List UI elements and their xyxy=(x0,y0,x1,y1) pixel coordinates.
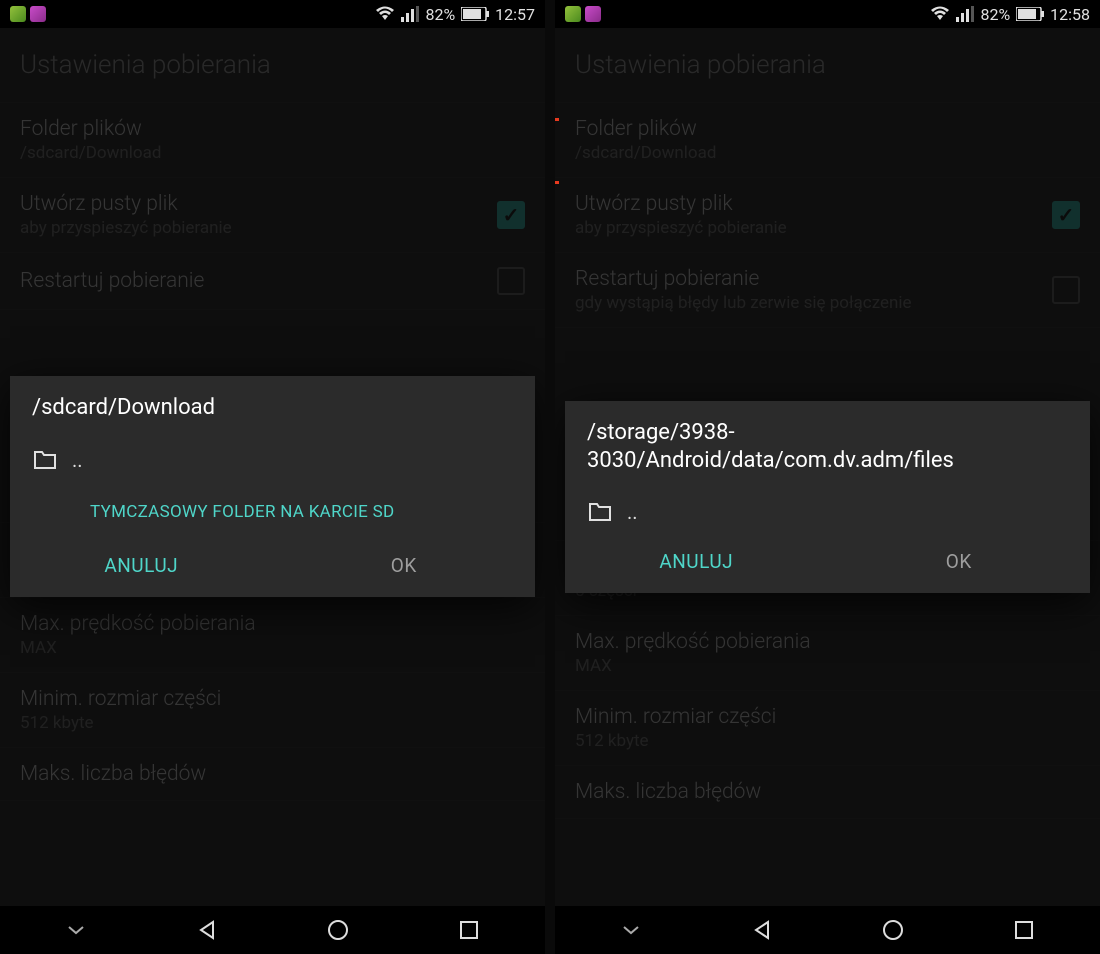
notif-icon-1 xyxy=(565,6,581,22)
setting-title: Maks. liczba błędów xyxy=(575,780,1080,804)
setting-title: Restartuj pobieranie xyxy=(20,269,487,293)
content-area: Ustawienia pobierania Folder plików /sdc… xyxy=(0,28,545,906)
folder-icon xyxy=(32,450,58,470)
notif-icon-1 xyxy=(10,6,26,22)
checkbox-restart[interactable] xyxy=(1052,276,1080,304)
setting-restart[interactable]: Restartuj pobieranie xyxy=(0,253,545,310)
setting-sub: gdy wystąpią błędy lub zerwie się połącz… xyxy=(575,293,1042,313)
cancel-button[interactable]: ANULUJ xyxy=(565,550,828,573)
signal-icon xyxy=(956,6,974,22)
checkbox-empty-file[interactable] xyxy=(1052,201,1080,229)
folder-dialog: /storage/3938-3030/Android/data/com.dv.a… xyxy=(565,401,1090,593)
nav-back-button[interactable] xyxy=(748,916,776,944)
setting-sub: aby przyspieszyć pobieranie xyxy=(575,218,1042,238)
setting-min-size[interactable]: Minim. rozmiar części 512 kbyte xyxy=(0,673,545,748)
clock: 12:57 xyxy=(495,5,535,24)
setting-min-size[interactable]: Minim. rozmiar części 512 kbyte xyxy=(555,691,1100,766)
dialog-up-row[interactable]: .. xyxy=(565,488,1090,536)
setting-sub: 512 kbyte xyxy=(20,713,525,733)
setting-title: Max. prędkość pobierania xyxy=(575,630,1080,654)
setting-title: Utwórz pusty plik xyxy=(20,192,487,216)
nav-bar xyxy=(555,906,1100,954)
setting-sub: MAX xyxy=(20,638,525,658)
status-bar: 82% 12:58 xyxy=(555,0,1100,28)
setting-empty-file[interactable]: Utwórz pusty plik aby przyspieszyć pobie… xyxy=(0,178,545,253)
setting-folder[interactable]: Folder plików /sdcard/Download xyxy=(555,103,1100,178)
setting-sub: /sdcard/Download xyxy=(20,143,525,163)
folder-icon xyxy=(587,502,613,522)
dotdot-label: .. xyxy=(72,448,83,472)
setting-title: Minim. rozmiar części xyxy=(575,705,1080,729)
checkbox-restart[interactable] xyxy=(497,267,525,295)
battery-percent: 82% xyxy=(980,5,1010,24)
phone-left: 82% 12:57 Ustawienia pobierania Folder p… xyxy=(0,0,545,954)
battery-icon xyxy=(461,7,489,21)
nav-recent-button[interactable] xyxy=(1010,916,1038,944)
setting-title: Restartuj pobieranie xyxy=(575,267,1042,291)
setting-max-speed[interactable]: Max. prędkość pobierania MAX xyxy=(0,598,545,673)
nav-expand-button[interactable] xyxy=(62,916,90,944)
ok-button[interactable]: OK xyxy=(828,550,1091,573)
nav-recent-button[interactable] xyxy=(455,916,483,944)
clock: 12:58 xyxy=(1050,5,1090,24)
dialog-up-row[interactable]: .. xyxy=(10,436,535,484)
setting-title: Utwórz pusty plik xyxy=(575,192,1042,216)
battery-percent: 82% xyxy=(425,5,455,24)
setting-title: Folder plików xyxy=(575,117,1080,141)
setting-title: Minim. rozmiar części xyxy=(20,687,525,711)
notif-icon-2 xyxy=(30,6,46,22)
setting-folder[interactable]: Folder plików /sdcard/Download xyxy=(0,103,545,178)
checkbox-empty-file[interactable] xyxy=(497,201,525,229)
setting-restart[interactable]: Restartuj pobieranie gdy wystąpią błędy … xyxy=(555,253,1100,328)
setting-title: Max. prędkość pobierania xyxy=(20,612,525,636)
signal-icon xyxy=(401,6,419,22)
nav-home-button[interactable] xyxy=(324,916,352,944)
setting-empty-file[interactable]: Utwórz pusty plik aby przyspieszyć pobie… xyxy=(555,178,1100,253)
sd-temp-folder-link[interactable]: TYMCZASOWY FOLDER NA KARCIE SD xyxy=(10,484,535,540)
nav-expand-button[interactable] xyxy=(617,916,645,944)
page-title: Ustawienia pobierania xyxy=(0,28,545,103)
folder-dialog: /sdcard/Download .. TYMCZASOWY FOLDER NA… xyxy=(10,376,535,597)
setting-sub: MAX xyxy=(575,656,1080,676)
setting-sub: aby przyspieszyć pobieranie xyxy=(20,218,487,238)
nav-back-button[interactable] xyxy=(193,916,221,944)
setting-max-errors[interactable]: Maks. liczba błędów xyxy=(0,748,545,801)
dotdot-label: .. xyxy=(627,500,638,524)
setting-sub: 512 kbyte xyxy=(575,731,1080,751)
page-title: Ustawienia pobierania xyxy=(555,28,1100,103)
cancel-button[interactable]: ANULUJ xyxy=(10,554,273,577)
phone-right: 82% 12:58 Ustawienia pobierania Folder p… xyxy=(555,0,1100,954)
notif-icon-2 xyxy=(585,6,601,22)
nav-home-button[interactable] xyxy=(879,916,907,944)
content-area: Ustawienia pobierania Folder plików /sdc… xyxy=(555,28,1100,906)
dialog-title: /sdcard/Download xyxy=(10,376,535,436)
wifi-icon xyxy=(930,6,950,22)
dialog-title: /storage/3938-3030/Android/data/com.dv.a… xyxy=(565,401,1090,488)
highlight-marker xyxy=(555,118,559,184)
battery-icon xyxy=(1016,7,1044,21)
ok-button[interactable]: OK xyxy=(273,554,536,577)
setting-sub: /sdcard/Download xyxy=(575,143,1080,163)
nav-bar xyxy=(0,906,545,954)
wifi-icon xyxy=(375,6,395,22)
status-bar: 82% 12:57 xyxy=(0,0,545,28)
setting-max-speed[interactable]: Max. prędkość pobierania MAX xyxy=(555,616,1100,691)
setting-max-errors[interactable]: Maks. liczba błędów xyxy=(555,766,1100,819)
setting-title: Folder plików xyxy=(20,117,525,141)
setting-title: Maks. liczba błędów xyxy=(20,762,525,786)
